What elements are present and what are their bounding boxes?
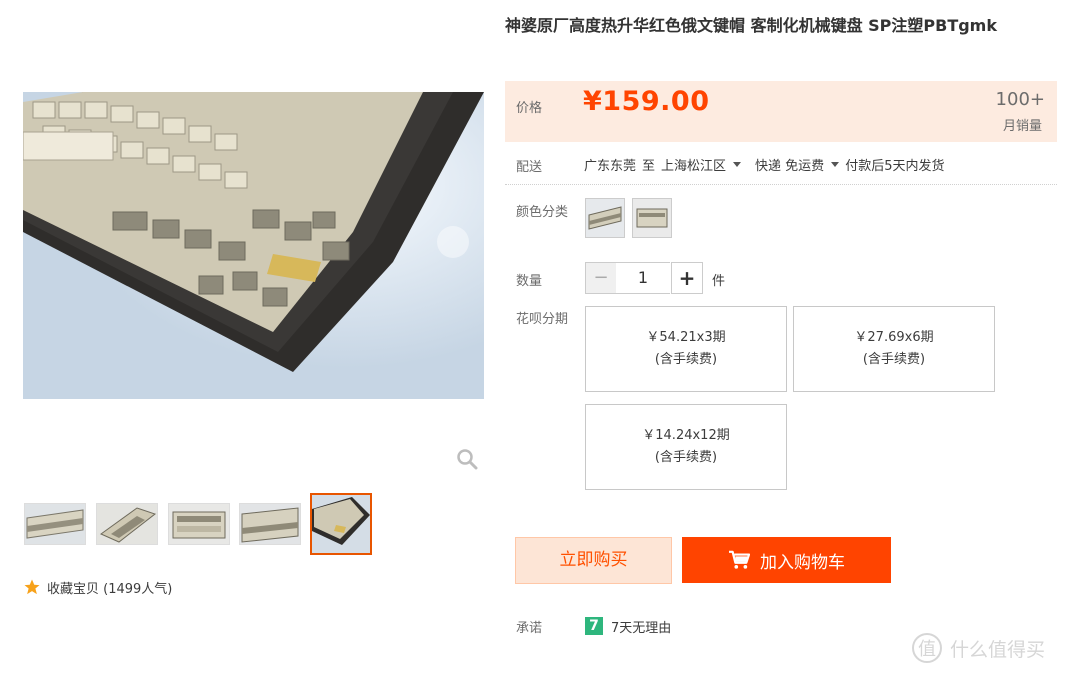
star-icon bbox=[24, 579, 40, 595]
installment-option-6[interactable]: ￥27.69x6期 (含手续费) bbox=[793, 306, 995, 392]
ship-from: 广东东莞 bbox=[584, 159, 637, 174]
ship-method-select[interactable]: 快递 免运费 bbox=[755, 155, 824, 174]
ship-note: 付款后5天内发货 bbox=[845, 159, 945, 174]
magnifier-icon[interactable] bbox=[456, 448, 478, 470]
price-label: 价格 bbox=[516, 101, 543, 116]
thumbnail-5[interactable] bbox=[310, 493, 372, 555]
product-title: 神婆原厂高度热升华红色俄文键帽 客制化机械键盘 SP注塑PBTgmk bbox=[505, 16, 997, 35]
price-value: ¥159.00 bbox=[583, 86, 710, 117]
monthly-sales-count: 100+ bbox=[995, 89, 1045, 110]
installment-option-3[interactable]: ￥54.21x3期 (含手续费) bbox=[585, 306, 787, 392]
monthly-sales-label: 月销量 bbox=[1002, 119, 1042, 134]
installment-amount: ￥27.69x6期 bbox=[854, 330, 934, 345]
installment-fee: (含手续费) bbox=[654, 352, 718, 367]
installment-option-12[interactable]: ￥14.24x12期 (含手续费) bbox=[585, 404, 787, 490]
color-option-1[interactable] bbox=[585, 198, 625, 238]
quantity-label: 数量 bbox=[516, 274, 543, 289]
thumbnail-3[interactable] bbox=[168, 503, 230, 545]
color-option-2[interactable] bbox=[632, 198, 672, 238]
thumbnail-4[interactable] bbox=[239, 503, 301, 545]
promise-text[interactable]: 7天无理由 bbox=[611, 617, 671, 636]
buy-now-button[interactable]: 立即购买 bbox=[515, 537, 672, 584]
installment-amount: ￥54.21x3期 bbox=[646, 330, 726, 345]
seven-day-return-icon: 7 bbox=[585, 617, 603, 635]
quantity-input[interactable]: 1 bbox=[616, 262, 670, 294]
watermark: 值 什么值得买 bbox=[912, 633, 1045, 663]
chevron-down-icon[interactable] bbox=[733, 162, 742, 167]
installment-fee: (含手续费) bbox=[654, 450, 718, 465]
installment-amount: ￥14.24x12期 bbox=[642, 428, 730, 443]
keyboard-photo bbox=[23, 92, 484, 399]
divider bbox=[505, 184, 1057, 185]
favorite-text: 收藏宝贝 (1499人气) bbox=[47, 581, 173, 597]
ship-to-word: 至 bbox=[642, 159, 656, 174]
promise-label: 承诺 bbox=[516, 621, 543, 636]
quantity-increase-button[interactable]: + bbox=[671, 262, 703, 294]
color-label: 颜色分类 bbox=[516, 205, 569, 220]
main-product-image[interactable] bbox=[23, 92, 484, 399]
quantity-unit: 件 bbox=[712, 274, 726, 289]
watermark-text: 什么值得买 bbox=[950, 638, 1046, 661]
watermark-logo-icon: 值 bbox=[912, 633, 942, 663]
favorite-link[interactable]: 收藏宝贝 (1499人气) bbox=[23, 577, 172, 597]
installment-label: 花呗分期 bbox=[516, 312, 569, 327]
shipping-row: 广东东莞 至 上海松江区 快递 免运费 付款后5天内发货 bbox=[584, 155, 944, 174]
installment-fee: (含手续费) bbox=[862, 352, 926, 367]
add-to-cart-label: 加入购物车 bbox=[760, 552, 845, 573]
thumbnail-1[interactable] bbox=[24, 503, 86, 545]
add-to-cart-button[interactable]: 加入购物车 bbox=[682, 537, 891, 583]
thumbnail-2[interactable] bbox=[96, 503, 158, 545]
cart-icon bbox=[729, 550, 750, 569]
ship-to-select[interactable]: 上海松江区 bbox=[661, 155, 726, 174]
shipping-label: 配送 bbox=[516, 160, 543, 175]
chevron-down-icon[interactable] bbox=[831, 162, 840, 167]
quantity-decrease-button[interactable]: − bbox=[585, 262, 617, 294]
